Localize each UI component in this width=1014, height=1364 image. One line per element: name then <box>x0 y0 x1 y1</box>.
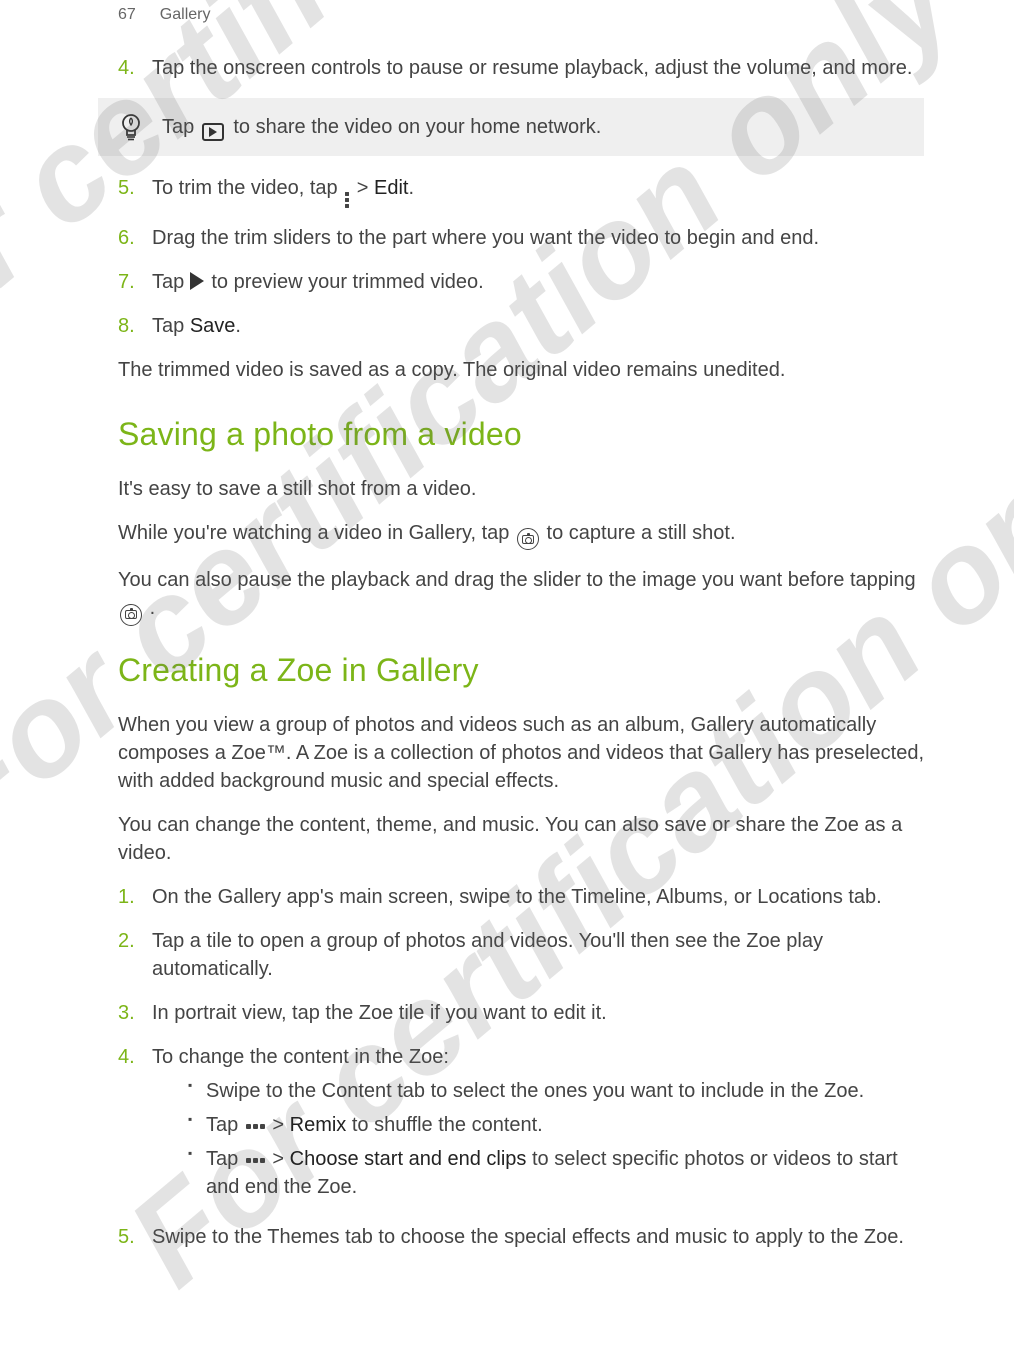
camera-icon <box>120 604 142 626</box>
page-header: 67 Gallery <box>0 0 1014 24</box>
step-number: 8. <box>118 312 152 340</box>
step-text: To trim the video, tap > Edit. <box>152 174 924 208</box>
zoe-p1: When you view a group of photos and vide… <box>118 711 924 795</box>
step-number: 5. <box>118 1223 152 1251</box>
zoe-p2: You can change the content, theme, and m… <box>118 811 924 867</box>
section-title: Gallery <box>160 6 211 24</box>
step-6: 6. Drag the trim sliders to the part whe… <box>118 224 924 252</box>
step-8: 8. Tap Save. <box>118 312 924 340</box>
share-network-icon <box>202 123 224 141</box>
heading-zoe: Creating a Zoe in Gallery <box>118 648 924 693</box>
zoe-bullet-1: Swipe to the Content tab to select the o… <box>188 1077 924 1105</box>
tip-before: Tap <box>162 116 200 138</box>
zoe-steps: 1. On the Gallery app's main screen, swi… <box>118 883 924 1251</box>
step-5: 5. To trim the video, tap > Edit. <box>118 174 924 208</box>
zoe-step-2: 2. Tap a tile to open a group of photos … <box>118 927 924 983</box>
step-7: 7. Tap to preview your trimmed video. <box>118 268 924 296</box>
saving-p2: While you're watching a video in Gallery… <box>118 519 924 551</box>
step-text: Tap a tile to open a group of photos and… <box>152 927 924 983</box>
step-number: 7. <box>118 268 152 296</box>
step-text: Tap the onscreen controls to pause or re… <box>152 54 924 82</box>
step-text: Drag the trim sliders to the part where … <box>152 224 924 252</box>
zoe-substeps: Swipe to the Content tab to select the o… <box>188 1077 924 1201</box>
zoe-step-5: 5. Swipe to the Themes tab to choose the… <box>118 1223 924 1251</box>
zoe-step-4: 4. To change the content in the Zoe: Swi… <box>118 1043 924 1207</box>
step-text: Swipe to the Themes tab to choose the sp… <box>152 1223 924 1251</box>
step-number: 5. <box>118 174 152 202</box>
trim-steps-continued: 4. Tap the onscreen controls to pause or… <box>118 54 924 82</box>
step-number: 3. <box>118 999 152 1027</box>
menu-horizontal-icon <box>246 1124 265 1129</box>
step-number: 1. <box>118 883 152 911</box>
tip-text: Tap to share the video on your home netw… <box>162 113 601 141</box>
tip-after: to share the video on your home network. <box>233 116 601 138</box>
zoe-step-3: 3. In portrait view, tap the Zoe tile if… <box>118 999 924 1027</box>
tip-box: Tap to share the video on your home netw… <box>98 98 924 156</box>
step-text: Tap to preview your trimmed video. <box>152 268 924 296</box>
step-number: 4. <box>118 1043 152 1071</box>
menu-vertical-icon <box>345 192 349 208</box>
trim-note: The trimmed video is saved as a copy. Th… <box>118 356 924 384</box>
zoe-bullet-3: Tap > Choose start and end clips to sele… <box>188 1145 924 1201</box>
step-number: 2. <box>118 927 152 955</box>
page-content: 4. Tap the onscreen controls to pause or… <box>0 24 1014 1251</box>
step-text: To change the content in the Zoe: Swipe … <box>152 1043 924 1207</box>
step-number: 4. <box>118 54 152 82</box>
step-text: In portrait view, tap the Zoe tile if yo… <box>152 999 924 1027</box>
zoe-step-1: 1. On the Gallery app's main screen, swi… <box>118 883 924 911</box>
saving-p3: You can also pause the playback and drag… <box>118 566 924 626</box>
menu-horizontal-icon <box>246 1158 265 1163</box>
trim-steps-5-8: 5. To trim the video, tap > Edit. 6. Dra… <box>118 174 924 340</box>
camera-icon <box>517 528 539 550</box>
zoe-bullet-2: Tap > Remix to shuffle the content. <box>188 1111 924 1139</box>
lightbulb-icon <box>118 112 144 142</box>
step-number: 6. <box>118 224 152 252</box>
step-text: On the Gallery app's main screen, swipe … <box>152 883 924 911</box>
page-number: 67 <box>118 6 136 24</box>
step-4: 4. Tap the onscreen controls to pause or… <box>118 54 924 82</box>
play-icon <box>190 272 204 290</box>
step-text: Tap Save. <box>152 312 924 340</box>
saving-p1: It's easy to save a still shot from a vi… <box>118 475 924 503</box>
heading-saving-photo: Saving a photo from a video <box>118 412 924 457</box>
